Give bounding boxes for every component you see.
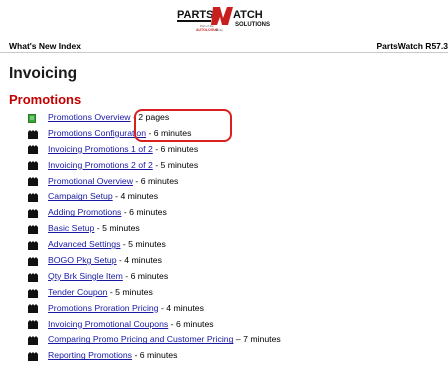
item-link[interactable]: Reporting Promotions [48,350,132,360]
logo-word-atch: ATCH [233,9,263,21]
item-link[interactable]: Promotions Overview [48,112,131,122]
item-duration: - 5 minutes [94,223,140,234]
list-item: Promotions Overview - 2 pages [28,110,281,126]
item-link[interactable]: Adding Promotions [48,207,121,217]
subsection-title: Promotions [9,92,82,107]
item-duration: - 5 minutes [107,286,153,297]
logo-tagline-family: family [215,28,223,32]
item-link[interactable]: Advanced Settings [48,239,120,249]
item-duration: - 4 minutes [112,191,159,202]
list-item: Tender Coupon - 5 minutes [28,285,281,301]
section-title: Invoicing [9,65,78,82]
video-icon [28,351,40,362]
list-item: Invoicing Promotional Coupons - 6 minute… [28,317,281,333]
partswatch-logo: PARTS ATCH SOLUTIONS Part of the AUTOLOG… [176,5,272,33]
header-title: What's New Index [9,41,81,51]
logo-w-mark [211,7,233,25]
item-duration: - 2 pages [130,112,170,122]
item-link[interactable]: Promotions Proration Pricing [48,303,159,313]
video-icon [28,256,40,266]
logo-bar [177,20,211,22]
item-duration: - 6 minutes [121,207,167,218]
item-link[interactable]: Basic Setup [48,223,94,233]
video-icon [28,303,40,314]
item-link[interactable]: Invoicing Promotional Coupons [48,319,168,329]
video-icon [28,192,40,203]
list-item: Promotional Overview - 6 minutes [28,174,281,190]
item-link[interactable]: Comparing Promo Pricing and Customer Pri… [48,334,233,344]
video-icon [28,176,40,187]
video-icon [28,272,40,282]
item-duration: - 6 minutes [168,318,214,329]
list-item: Invoicing Promotions 1 of 2 - 6 minutes [28,142,281,158]
list-item: BOGO Pkg Setup - 4 minutes [28,253,281,269]
item-link[interactable]: Invoicing Promotions 2 of 2 [48,160,153,170]
list-item: Invoicing Promotions 2 of 2 - 5 minutes [28,158,281,174]
video-icon [28,288,40,298]
document-icon [28,113,40,123]
item-link[interactable]: Tender Coupon [48,287,107,297]
item-duration: - 5 minutes [120,239,166,250]
list-item: Promotions Proration Pricing - 4 minutes [28,301,281,317]
list-item: Promotions Configuration - 6 minutes [28,126,281,142]
list-item: Comparing Promo Pricing and Customer Pri… [28,332,281,348]
video-icon [28,129,40,139]
logo-word-parts: PARTS [177,9,213,21]
list-item: Advanced Settings - 5 minutes [28,237,281,253]
item-duration: - 6 minutes [146,127,192,138]
header-divider [0,52,448,53]
video-icon [28,335,40,346]
item-duration: - 4 minutes [158,302,204,313]
video-icon [28,319,40,330]
logo-word-solutions: SOLUTIONS [235,22,270,28]
item-duration: - 5 minutes [152,159,199,170]
item-duration: - 6 minutes [152,143,199,154]
list-item: Campaign Setup - 4 minutes [28,189,281,205]
list-item: Basic Setup - 5 minutes [28,221,281,237]
promotions-list: Promotions Overview - 2 pages Promotions … [28,110,281,364]
item-link[interactable]: BOGO Pkg Setup [48,255,117,265]
item-duration: - 6 minutes [122,270,169,281]
document-header: What's New Index PartsWatch R57.3 [9,37,448,53]
item-duration: - 6 minutes [132,350,178,361]
video-icon [28,240,40,250]
list-item: Qty Brk Single Item - 6 minutes [28,269,281,285]
item-link[interactable]: Promotions Configuration [48,128,146,138]
item-duration: – 7 minutes [233,334,281,345]
item-duration: - 4 minutes [116,255,162,266]
item-link[interactable]: Qty Brk Single Item [48,271,123,281]
item-link[interactable]: Campaign Setup [48,191,113,201]
video-icon [28,208,40,219]
header-version: PartsWatch R57.3 [376,41,448,51]
list-item: Reporting Promotions - 6 minutes [28,348,281,364]
item-duration: - 6 minutes [132,175,179,186]
list-item: Adding Promotions - 6 minutes [28,205,281,221]
video-icon [28,224,40,234]
partswatch-logo-graphic: PARTS ATCH SOLUTIONS Part of the AUTOLOG… [177,7,270,32]
item-link[interactable]: Invoicing Promotions 1 of 2 [48,144,153,154]
video-icon [28,160,40,171]
item-link[interactable]: Promotional Overview [48,176,133,186]
video-icon [28,144,40,155]
